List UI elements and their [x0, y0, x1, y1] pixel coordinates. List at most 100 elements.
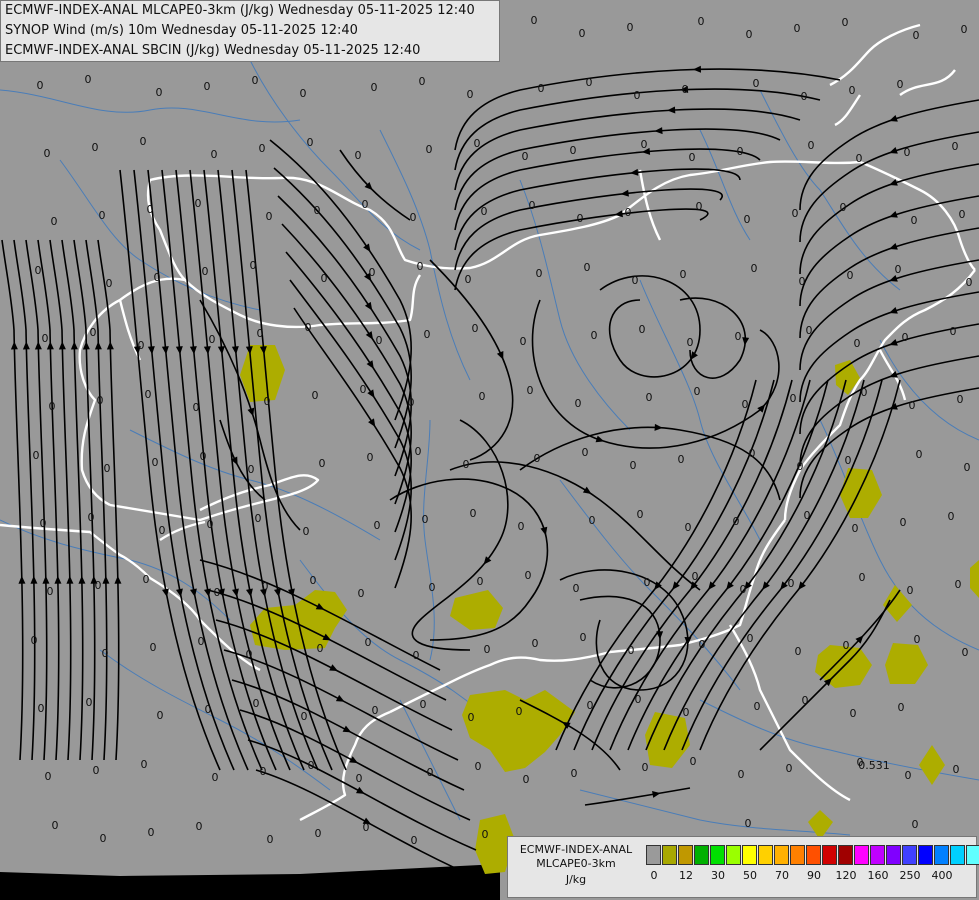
sbcin-value-label: 0 [854, 337, 861, 350]
sbcin-value-label: 0 [305, 321, 312, 334]
sbcin-value-label: 0 [966, 276, 973, 289]
sbcin-value-label: 0 [959, 208, 966, 221]
legend-swatch [758, 845, 773, 865]
sbcin-value-label: 0 [33, 449, 40, 462]
sbcin-value-label: 0 [786, 762, 793, 775]
sbcin-value-label: 0 [408, 396, 415, 409]
legend-parameter: MLCAPE0-3km [536, 857, 616, 870]
sbcin-value-label: 0 [468, 711, 475, 724]
sbcin-value-label: 0 [696, 200, 703, 213]
sbcin-value-label: 0 [682, 83, 689, 96]
legend-tick-label: 70 [775, 869, 789, 882]
sbcin-value-label: 0 [374, 519, 381, 532]
sbcin-value-label: 0 [319, 457, 326, 470]
sbcin-value-label: 0 [308, 759, 315, 772]
sbcin-value-label: 0 [909, 399, 916, 412]
sbcin-value-label: 0 [898, 701, 905, 714]
sbcin-value-label: 0 [630, 459, 637, 472]
sbcin-value-label: 0 [255, 512, 262, 525]
sbcin-value-label: 0 [840, 201, 847, 214]
sbcin-value-label: 0 [413, 649, 420, 662]
sbcin-value-label: 0 [427, 766, 434, 779]
sbcin-value-label: 0 [523, 773, 530, 786]
legend-swatch [806, 845, 821, 865]
sbcin-value-label: 0 [104, 462, 111, 475]
sbcin-value-label: 0 [852, 522, 859, 535]
sbcin-value-label: 0 [477, 575, 484, 588]
sbcin-value-label: 0 [356, 772, 363, 785]
sbcin-value-label: 0 [422, 513, 429, 526]
title-line-cape: ECMWF-INDEX-ANAL MLCAPE0-3km (J/kg) Wedn… [5, 3, 475, 18]
sbcin-value-label: 0 [420, 698, 427, 711]
sbcin-value-label: 0 [145, 388, 152, 401]
sbcin-value-label: 0 [310, 574, 317, 587]
sbcin-value-label: 0 [738, 768, 745, 781]
legend-swatch [726, 845, 741, 865]
sbcin-value-label: 0 [797, 460, 804, 473]
sbcin-value-label: 0 [410, 211, 417, 224]
sbcin-value-label: 0 [40, 517, 47, 530]
sbcin-value-label: 0 [532, 637, 539, 650]
legend-swatch [838, 845, 853, 865]
sbcin-value-label: 0 [802, 694, 809, 707]
sbcin-value-label: 0 [625, 206, 632, 219]
sbcin-value-label: 0 [529, 199, 536, 212]
sbcin-value-label: 0 [307, 136, 314, 149]
sbcin-value-label: 0 [586, 76, 593, 89]
sbcin-value-label: 0 [522, 150, 529, 163]
sbcin-value-label: 0 [204, 80, 211, 93]
sbcin-value-label: 0 [746, 28, 753, 41]
map-viewport[interactable]: 0 0 0 0 0 0 0 0 0 0 0 0 0 0 0 0 0 0 0 0 0 0 0 0 0 0 0 0 0 0 0 0 0 0 0 0 0 0 0 0… [0, 0, 979, 900]
sbcin-value-label: 0 [859, 571, 866, 584]
sbcin-value-label: 0 [897, 78, 904, 91]
weather-map[interactable]: 0 0 0 0 0 0 0 0 0 0 0 0 0 0 0 0 0 0 0 0 0 0 0 0 0 0 0 0 0 0 0 0 0 0 0 0 0 0 0 0… [0, 0, 979, 900]
sbcin-value-label: 0 [474, 137, 481, 150]
sbcin-value-label: 0 [900, 516, 907, 529]
sbcin-value-label: 0 [484, 643, 491, 656]
sbcin-value-label: 0 [642, 761, 649, 774]
sbcin-value-label: 0 [525, 569, 532, 582]
sbcin-value-label: 0 [584, 261, 591, 274]
sbcin-value-label: 0 [93, 764, 100, 777]
sbcin-value-label: 0 [312, 389, 319, 402]
sbcin-value-label: 0 [49, 400, 56, 413]
sbcin-value-label: 0 [246, 648, 253, 661]
sbcin-value-label: 0 [467, 88, 474, 101]
sbcin-value-label: 0 [536, 267, 543, 280]
sbcin-value-label: 0 [905, 769, 912, 782]
legend-tick-label: 160 [867, 869, 889, 882]
sbcin-value-label: 0 [794, 22, 801, 35]
sbcin-value-label: 0 [193, 401, 200, 414]
legend-tick-label: 400 [931, 869, 953, 882]
sbcin-value-label: 0 [687, 336, 694, 349]
sbcin-value-label: 0 [355, 149, 362, 162]
sbcin-value-label: 0 [52, 819, 59, 832]
sbcin-value-label: 0 [371, 81, 378, 94]
legend-swatch [854, 845, 869, 865]
sbcin-value-label: 0 [315, 827, 322, 840]
sbcin-value-label: 0 [735, 330, 742, 343]
sbcin-value-label: 0 [202, 265, 209, 278]
legend-tick-label: 120 [835, 869, 857, 882]
sbcin-value-label: 0 [518, 520, 525, 533]
sbcin-value-label: 0 [100, 832, 107, 845]
sbcin-value-label: 0 [250, 259, 257, 272]
sbcin-value-label: 0 [260, 765, 267, 778]
sbcin-value-label: 0 [363, 821, 370, 834]
sbcin-value-label: 0 [627, 21, 634, 34]
sbcin-value-label: 0 [635, 693, 642, 706]
sbcin-value-label: 0 [751, 262, 758, 275]
sbcin-value-label: 0 [692, 570, 699, 583]
sbcin-value-label: 0 [582, 446, 589, 459]
sbcin-value-label: 0 [214, 586, 221, 599]
sbcin-value-label: 0 [850, 707, 857, 720]
legend-swatches [646, 845, 979, 865]
sbcin-value-label: 0 [360, 383, 367, 396]
sbcin-value-label: 0 [31, 634, 38, 647]
sbcin-value-label: 0 [267, 833, 274, 846]
legend-tick-label: 30 [711, 869, 725, 882]
sbcin-value-label: 0 [198, 635, 205, 648]
sbcin-value-label: 0 [47, 585, 54, 598]
sbcin-value-label: 0 [962, 646, 969, 659]
sbcin-value-label: 0 [737, 145, 744, 158]
